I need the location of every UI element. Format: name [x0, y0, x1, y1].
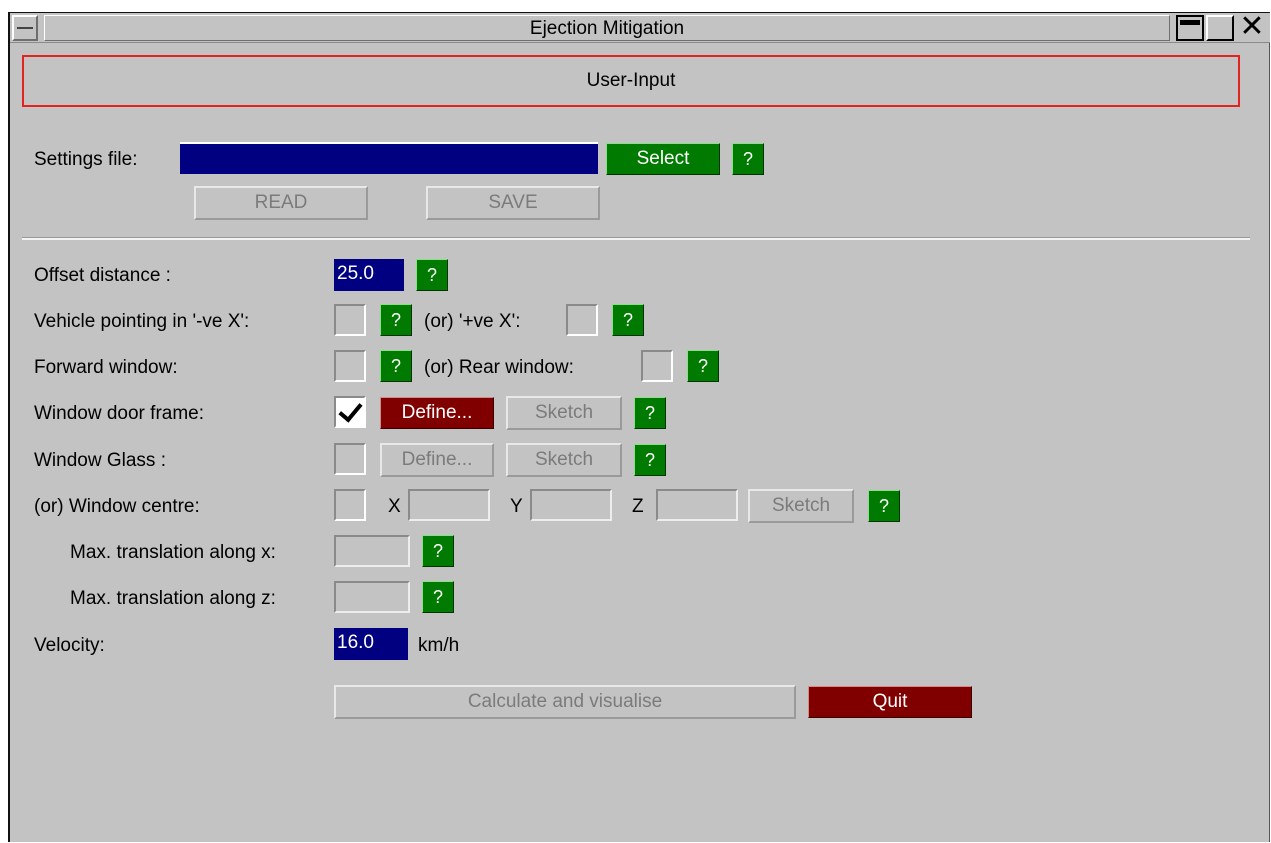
velocity-unit: km/h [418, 635, 460, 656]
quit-button[interactable]: Quit [808, 686, 972, 718]
window-title: Ejection Mitigation [44, 15, 1170, 41]
rear-window-help-button[interactable]: ? [687, 350, 719, 382]
read-button[interactable]: READ [194, 186, 368, 220]
offset-distance-input[interactable]: 25.0 [334, 259, 404, 291]
save-button[interactable]: SAVE [426, 186, 600, 220]
window-door-frame-checkbox[interactable] [334, 396, 366, 428]
settings-file-input[interactable] [180, 142, 598, 174]
settings-help-button[interactable]: ? [732, 143, 764, 175]
window-glass-checkbox[interactable] [334, 443, 366, 475]
max-translation-z-label: Max. translation along z: [70, 588, 276, 609]
select-button[interactable]: Select [606, 143, 720, 175]
vehicle-neg-x-label: Vehicle pointing in '-ve X': [34, 311, 250, 332]
offset-distance-label: Offset distance : [34, 265, 171, 286]
max-translation-z-help-button[interactable]: ? [422, 581, 454, 613]
max-translation-x-help-button[interactable]: ? [422, 535, 454, 567]
rear-window-checkbox[interactable] [641, 350, 673, 382]
max-translation-x-input[interactable] [334, 535, 410, 567]
centre-help-button[interactable]: ? [868, 490, 900, 522]
x-label: X [388, 496, 401, 517]
door-frame-sketch-button[interactable]: Sketch [506, 396, 622, 430]
maximize-icon[interactable] [1206, 15, 1234, 41]
vehicle-pos-x-help-button[interactable]: ? [612, 304, 644, 336]
minimize-icon[interactable] [1176, 15, 1204, 41]
centre-z-input[interactable] [656, 489, 738, 521]
forward-window-label: Forward window: [34, 357, 178, 378]
ejection-mitigation-window: Ejection Mitigation ✕ User-Input Setting… [8, 12, 1270, 842]
door-frame-define-button[interactable]: Define... [380, 397, 494, 429]
vehicle-pos-x-checkbox[interactable] [566, 304, 598, 336]
y-label: Y [510, 496, 523, 517]
forward-window-checkbox[interactable] [334, 350, 366, 382]
glass-help-button[interactable]: ? [634, 444, 666, 476]
z-label: Z [632, 496, 644, 517]
centre-sketch-button[interactable]: Sketch [748, 489, 854, 523]
window-glass-label: Window Glass : [34, 450, 166, 471]
max-translation-x-label: Max. translation along x: [70, 542, 276, 563]
settings-file-label: Settings file: [34, 149, 138, 170]
velocity-input[interactable]: 16.0 [334, 628, 408, 660]
window-centre-checkbox[interactable] [334, 489, 366, 521]
window-menu-icon[interactable] [12, 15, 38, 41]
window-door-frame-label: Window door frame: [34, 403, 205, 424]
forward-window-help-button[interactable]: ? [380, 350, 412, 382]
velocity-label: Velocity: [34, 635, 105, 656]
divider [22, 237, 1250, 240]
vehicle-pos-x-label: (or) '+ve X': [424, 311, 521, 332]
glass-define-button[interactable]: Define... [380, 443, 494, 477]
offset-help-button[interactable]: ? [416, 259, 448, 291]
vehicle-neg-x-checkbox[interactable] [334, 304, 366, 336]
window-centre-label: (or) Window centre: [34, 496, 200, 517]
title-bar: Ejection Mitigation ✕ [10, 12, 1270, 43]
door-frame-help-button[interactable]: ? [634, 397, 666, 429]
vehicle-neg-x-help-button[interactable]: ? [380, 304, 412, 336]
max-translation-z-input[interactable] [334, 581, 410, 613]
close-icon[interactable]: ✕ [1236, 12, 1268, 42]
centre-x-input[interactable] [408, 489, 490, 521]
section-header-user-input: User-Input [22, 55, 1240, 107]
calculate-and-visualise-button[interactable]: Calculate and visualise [334, 685, 796, 719]
glass-sketch-button[interactable]: Sketch [506, 443, 622, 477]
rear-window-label: (or) Rear window: [424, 357, 574, 378]
centre-y-input[interactable] [530, 489, 612, 521]
